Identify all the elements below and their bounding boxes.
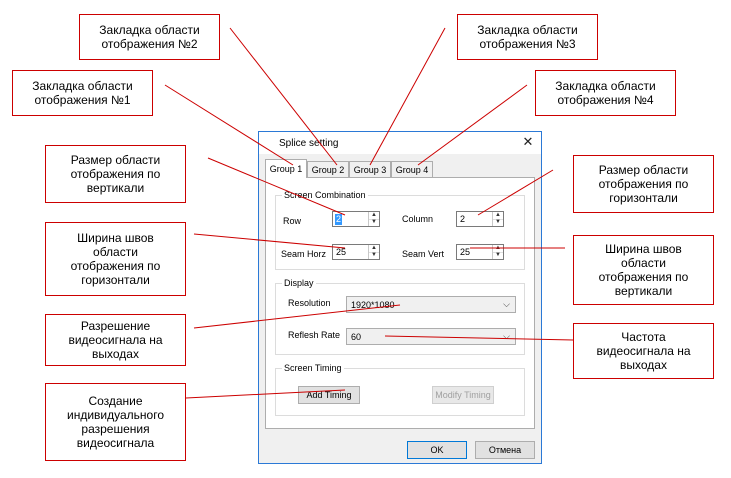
column-label: Column [402,214,434,224]
callout-tab3: Закладка области отображения №3 [457,14,598,60]
title-bar[interactable]: Splice setting ✕ [259,132,541,154]
callout-tab2: Закладка области отображения №2 [79,14,220,60]
tab-label: Group 1 [269,164,303,174]
chevron-down-icon[interactable]: ⌵ [503,299,510,310]
chevron-down-icon[interactable]: ⌵ [503,331,510,342]
tab-group-1[interactable]: Group 1 [265,159,307,178]
seam-horz-spinner[interactable]: 25 ▲ ▼ [332,244,380,260]
spin-down-icon[interactable]: ▼ [493,252,503,259]
tab-panel-group-1: Screen Combination Row 2 ▲ ▼ Column 2 ▲ … [265,177,535,429]
resolution-label: Resolution [288,298,331,308]
seam-vert-spinner[interactable]: 25 ▲ ▼ [456,244,504,260]
screen-timing-group: Screen Timing Add Timing Modify Timing [275,363,525,416]
column-value: 2 [460,214,466,224]
dialog-title: Splice setting [279,138,339,149]
spin-down-icon[interactable]: ▼ [369,219,379,226]
refresh-rate-select[interactable]: 60 ⌵ [346,328,516,345]
seam-horz-value: 25 [336,247,347,257]
callout-frequency: Частота видеосигнала на выходах [573,323,714,379]
tab-label: Group 4 [395,164,429,175]
callout-resolution: Разрешение видеосигнала на выходах [45,314,186,366]
seam-vert-spinner-arrows[interactable]: ▲ ▼ [492,245,503,259]
ok-button[interactable]: OK [407,441,467,459]
callout-seam-vertical: Ширина швов области отображения по верти… [573,235,714,305]
spin-down-icon[interactable]: ▼ [369,252,379,259]
add-timing-button[interactable]: Add Timing [298,386,360,404]
tab-label: Group 2 [311,164,345,175]
screen-timing-legend: Screen Timing [282,363,344,374]
row-spinner-arrows[interactable]: ▲ ▼ [368,212,379,226]
seam-vert-label: Seam Vert [402,249,445,259]
cancel-button[interactable]: Отмена [475,441,535,459]
callout-vertical-size: Размер области отображения по вертикали [45,145,186,203]
close-icon[interactable]: ✕ [521,135,535,149]
refresh-rate-label: Reflesh Rate [288,330,341,340]
seam-vert-value: 25 [460,247,471,257]
tab-group-4[interactable]: Group 4 [391,161,433,177]
row-spinner[interactable]: 2 ▲ ▼ [332,211,380,227]
refresh-rate-value: 60 [351,332,362,342]
row-value: 2 [335,214,343,225]
row-label: Row [283,216,302,226]
callout-tab1: Закладка области отображения №1 [12,70,153,116]
splice-setting-dialog: Splice setting ✕ Group 1 Group 2 Group 3… [258,131,542,464]
callout-horizontal-size: Размер области отображения по горизонтал… [573,155,714,213]
seam-horz-label: Seam Horz [281,249,327,259]
modify-timing-button[interactable]: Modify Timing [432,386,494,404]
callout-tab4: Закладка области отображения №4 [535,70,676,116]
tab-label: Group 3 [353,164,387,175]
resolution-select[interactable]: 1920*1080 ⌵ [346,296,516,313]
screen-combination-group: Screen Combination Row 2 ▲ ▼ Column 2 ▲ … [275,190,525,270]
callout-custom-resolution: Создание индивидуального разрешения виде… [45,383,186,461]
tab-group-2[interactable]: Group 2 [307,161,349,177]
spin-down-icon[interactable]: ▼ [493,219,503,226]
column-spinner-arrows[interactable]: ▲ ▼ [492,212,503,226]
display-group: Display Resolution 1920*1080 ⌵ Reflesh R… [275,278,525,355]
resolution-value: 1920*1080 [351,300,395,310]
tab-group-3[interactable]: Group 3 [349,161,391,177]
column-spinner[interactable]: 2 ▲ ▼ [456,211,504,227]
display-legend: Display [282,278,316,289]
callout-seam-horizontal: Ширина швов области отображения по гориз… [45,222,186,296]
seam-horz-spinner-arrows[interactable]: ▲ ▼ [368,245,379,259]
screen-combination-legend: Screen Combination [282,190,368,201]
